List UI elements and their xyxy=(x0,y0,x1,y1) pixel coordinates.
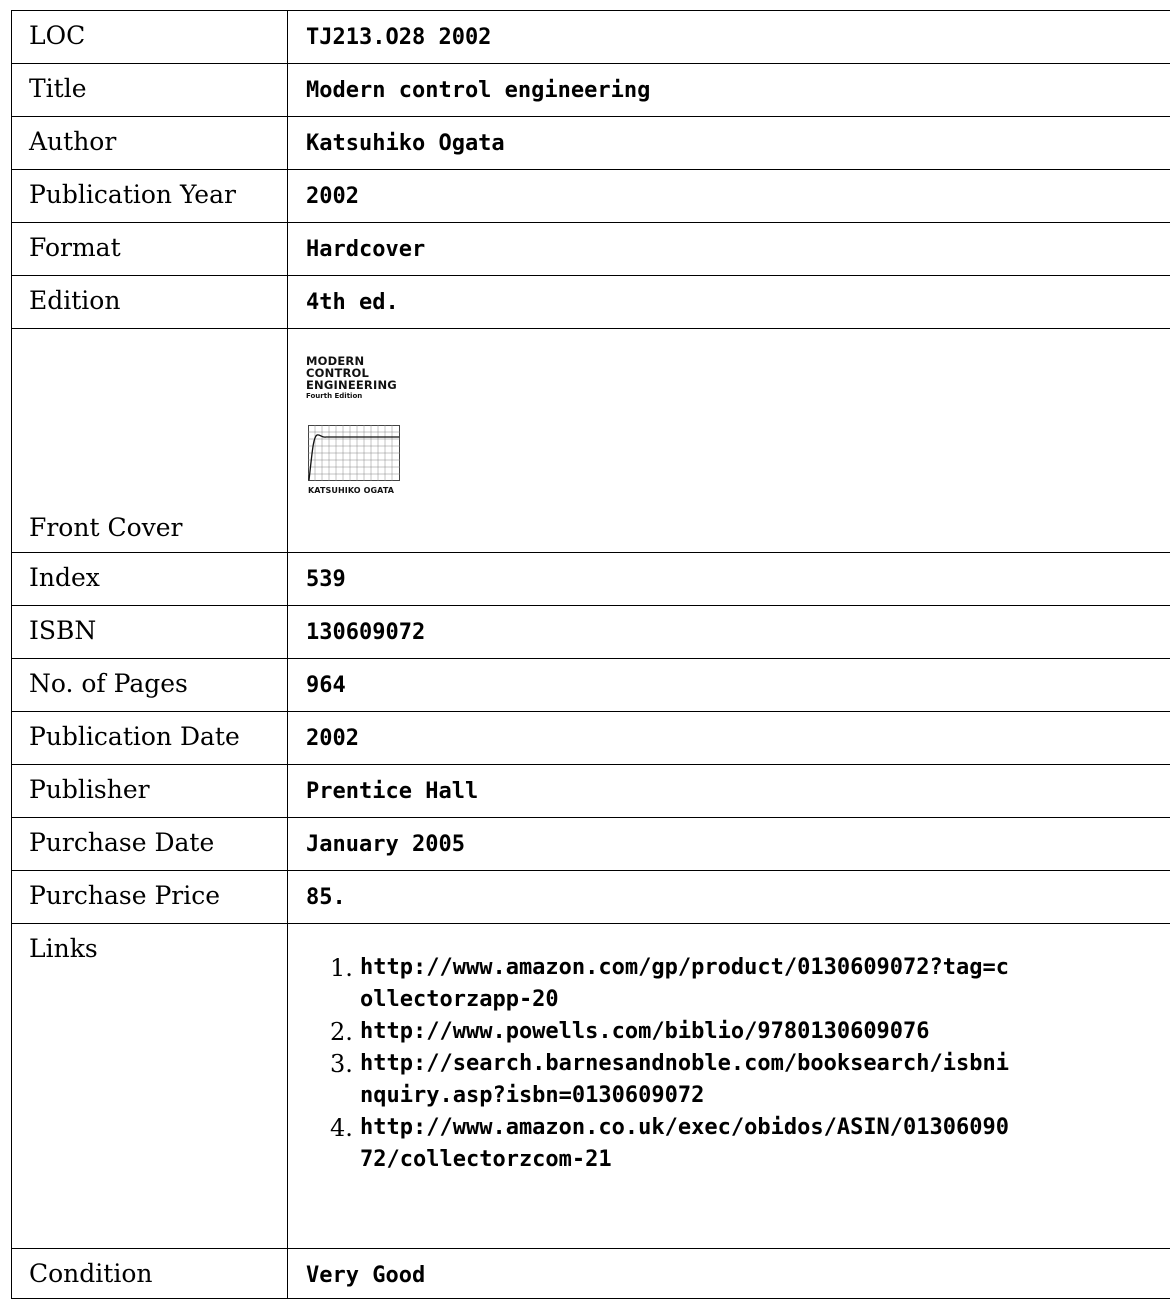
author-value: Katsuhiko Ogata xyxy=(287,116,1170,170)
title-label: Title xyxy=(11,63,288,117)
link-item[interactable]: http://www.amazon.co.uk/exec/obidos/ASIN… xyxy=(330,1112,1020,1176)
row-publication-year: Publication Year 2002 xyxy=(11,169,1170,223)
row-condition: Condition Very Good xyxy=(11,1248,1170,1299)
row-front-cover: Front Cover MODERN CONTROL ENGINEERING F… xyxy=(11,328,1170,553)
row-links: Links http://www.amazon.com/gp/product/0… xyxy=(11,923,1170,1249)
publisher-value: Prentice Hall xyxy=(287,764,1170,818)
front-cover-image: MODERN CONTROL ENGINEERING Fourth Editio… xyxy=(306,355,466,505)
row-purchase-date: Purchase Date January 2005 xyxy=(11,817,1170,871)
row-title: Title Modern control engineering xyxy=(11,63,1170,117)
row-edition: Edition 4th ed. xyxy=(11,275,1170,329)
cover-graph-icon xyxy=(308,425,400,481)
row-publication-date: Publication Date 2002 xyxy=(11,711,1170,765)
row-index: Index 539 xyxy=(11,552,1170,606)
index-value: 539 xyxy=(287,552,1170,606)
publisher-label: Publisher xyxy=(11,764,288,818)
isbn-value: 130609072 xyxy=(287,605,1170,659)
links-cell: http://www.amazon.com/gp/product/0130609… xyxy=(287,923,1170,1249)
format-value: Hardcover xyxy=(287,222,1170,276)
purchase-date-label: Purchase Date xyxy=(11,817,288,871)
book-record-table: LOC TJ213.O28 2002 Title Modern control … xyxy=(11,10,1170,1299)
front-cover-cell: MODERN CONTROL ENGINEERING Fourth Editio… xyxy=(287,328,1170,553)
link-url[interactable]: http://search.barnesandnoble.com/booksea… xyxy=(360,1048,1020,1112)
link-item[interactable]: http://search.barnesandnoble.com/booksea… xyxy=(330,1048,1020,1112)
publication-year-label: Publication Year xyxy=(11,169,288,223)
link-item[interactable]: http://www.amazon.com/gp/product/0130609… xyxy=(330,952,1020,1016)
condition-label: Condition xyxy=(11,1248,288,1299)
link-url[interactable]: http://www.amazon.co.uk/exec/obidos/ASIN… xyxy=(360,1112,1020,1176)
edition-value: 4th ed. xyxy=(287,275,1170,329)
isbn-label: ISBN xyxy=(11,605,288,659)
row-author: Author Katsuhiko Ogata xyxy=(11,116,1170,170)
index-label: Index xyxy=(11,552,288,606)
cover-title-line-3: ENGINEERING xyxy=(306,378,397,392)
condition-value: Very Good xyxy=(287,1248,1170,1299)
cover-author-text: KATSUHIKO OGATA xyxy=(308,486,395,495)
author-label: Author xyxy=(11,116,288,170)
link-url[interactable]: http://www.powells.com/biblio/9780130609… xyxy=(360,1016,1020,1048)
purchase-price-label: Purchase Price xyxy=(11,870,288,924)
purchase-price-value: 85. xyxy=(287,870,1170,924)
link-url[interactable]: http://www.amazon.com/gp/product/0130609… xyxy=(360,952,1020,1016)
purchase-date-value: January 2005 xyxy=(287,817,1170,871)
cover-edition-text: Fourth Edition xyxy=(306,392,363,400)
no-of-pages-value: 964 xyxy=(287,658,1170,712)
publication-date-value: 2002 xyxy=(287,711,1170,765)
publication-year-value: 2002 xyxy=(287,169,1170,223)
no-of-pages-label: No. of Pages xyxy=(11,658,288,712)
edition-label: Edition xyxy=(11,275,288,329)
publication-date-label: Publication Date xyxy=(11,711,288,765)
links-list: http://www.amazon.com/gp/product/0130609… xyxy=(306,952,1170,1176)
row-no-of-pages: No. of Pages 964 xyxy=(11,658,1170,712)
links-label: Links xyxy=(11,923,288,1249)
row-loc: LOC TJ213.O28 2002 xyxy=(11,10,1170,64)
loc-value: TJ213.O28 2002 xyxy=(287,10,1170,64)
row-isbn: ISBN 130609072 xyxy=(11,605,1170,659)
row-purchase-price: Purchase Price 85. xyxy=(11,870,1170,924)
front-cover-label: Front Cover xyxy=(11,328,288,553)
title-value: Modern control engineering xyxy=(287,63,1170,117)
link-item[interactable]: http://www.powells.com/biblio/9780130609… xyxy=(330,1016,1020,1048)
row-format: Format Hardcover xyxy=(11,222,1170,276)
loc-label: LOC xyxy=(11,10,288,64)
format-label: Format xyxy=(11,222,288,276)
row-publisher: Publisher Prentice Hall xyxy=(11,764,1170,818)
